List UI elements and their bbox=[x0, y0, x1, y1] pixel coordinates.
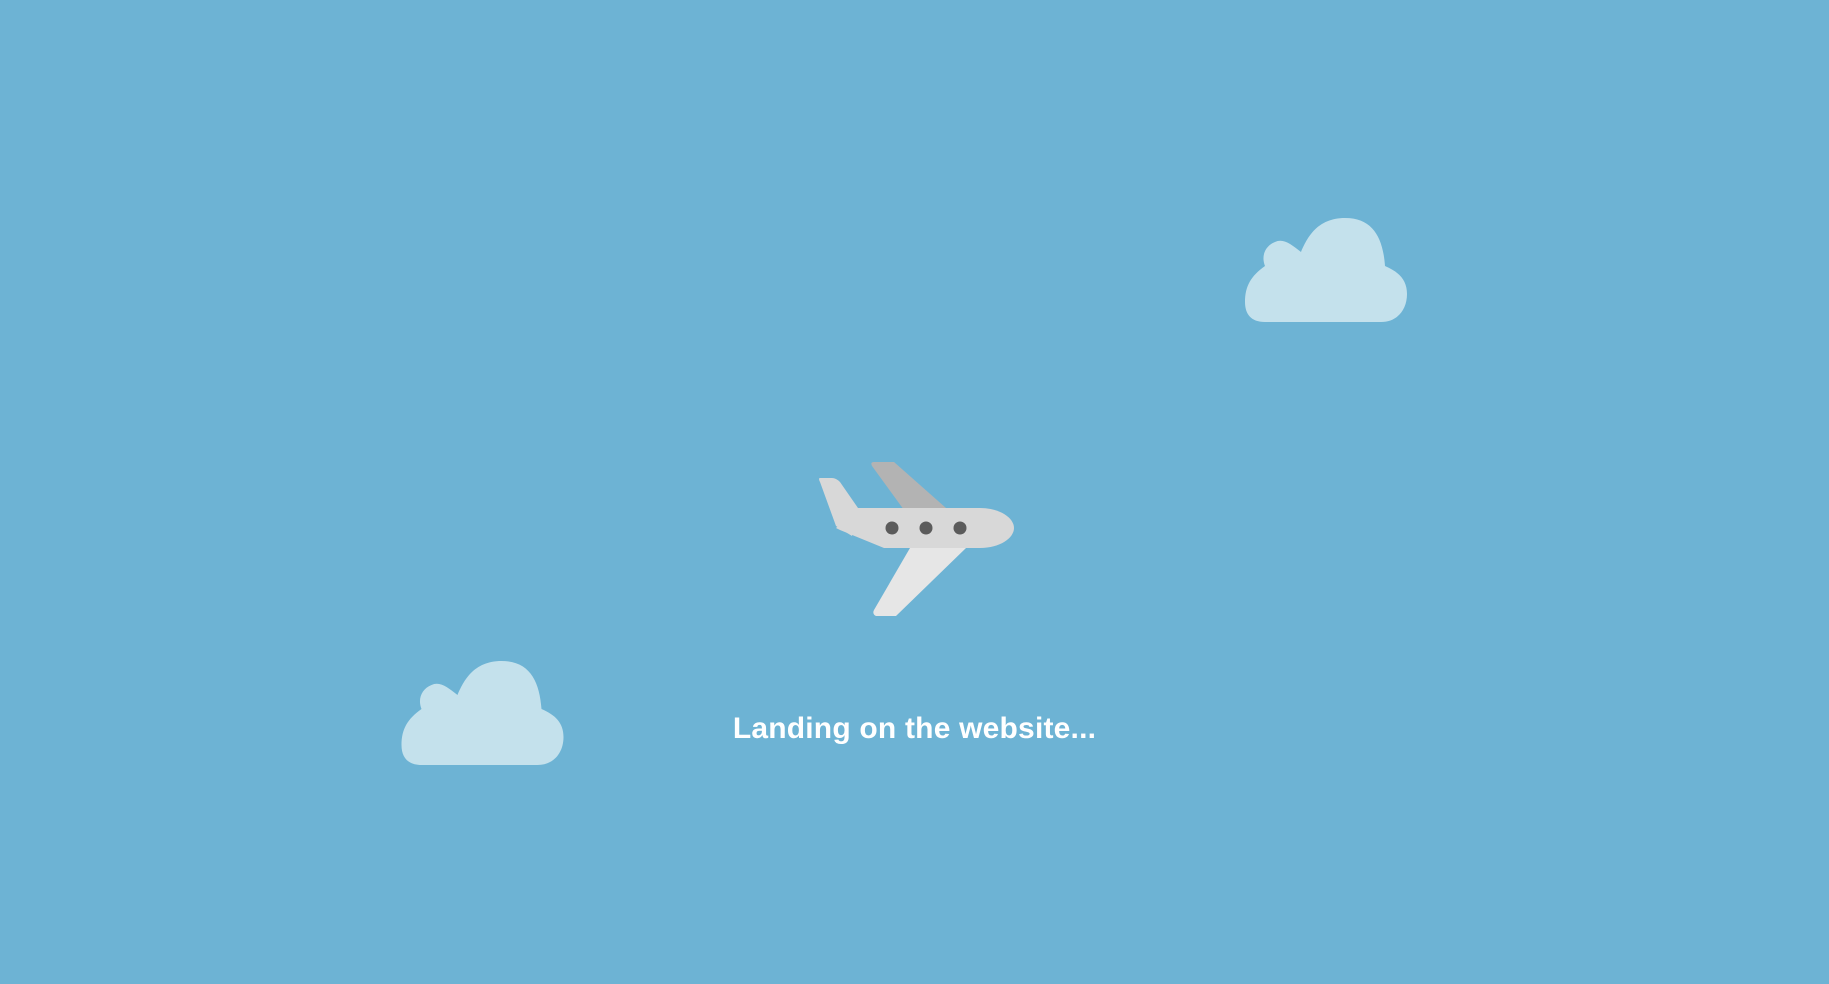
airplane-upper-wing bbox=[871, 462, 946, 510]
airplane-window bbox=[919, 521, 933, 535]
loading-message: Landing on the website... bbox=[732, 712, 1097, 745]
airplane-window bbox=[953, 521, 967, 535]
airplane-lower-wing bbox=[873, 548, 966, 616]
cloud-icon bbox=[1245, 218, 1407, 322]
airplane-icon bbox=[819, 462, 1014, 616]
airplane-window bbox=[885, 521, 899, 535]
